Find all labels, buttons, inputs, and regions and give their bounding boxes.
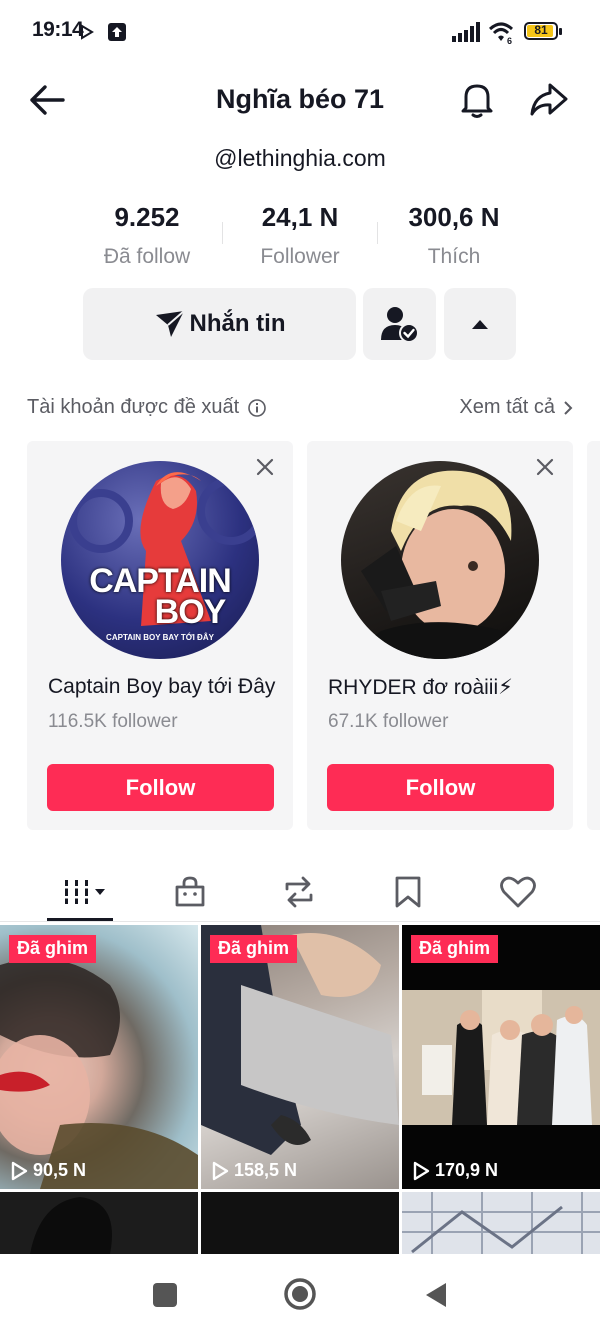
- bell-icon[interactable]: [458, 80, 496, 120]
- followers-label: Follower: [260, 245, 340, 268]
- battery-level: 81: [534, 23, 548, 37]
- recent-apps-icon[interactable]: [152, 1282, 178, 1308]
- video-artwork: [30, 1197, 112, 1254]
- following-label: Đã follow: [103, 245, 191, 268]
- follow-button[interactable]: Follow: [47, 764, 274, 811]
- avatar-text-boy: BOY: [154, 593, 227, 631]
- likes-label: Thích: [427, 245, 481, 268]
- pinned-badge: Đã ghim: [9, 935, 97, 963]
- tab-videos[interactable]: [55, 870, 115, 914]
- back-triangle-icon[interactable]: [423, 1281, 449, 1309]
- user-check-icon: [380, 307, 419, 343]
- followers-count: 24,1 N: [261, 202, 339, 232]
- play-notification-icon: [81, 24, 94, 40]
- send-icon: [155, 310, 185, 337]
- suggested-follower-count: 116.5K follower: [48, 711, 178, 732]
- play-icon: [11, 1161, 28, 1180]
- svg-text:6: 6: [507, 36, 512, 45]
- avatar[interactable]: CAPTAIN BOY CAPTAIN BOY BAY TỚI ĐÂY: [61, 461, 259, 659]
- upload-notification-icon: [108, 23, 126, 41]
- grid-filter-icon: [62, 880, 105, 904]
- status-time: 19:14: [32, 18, 84, 41]
- view-count-label: 90,5 N: [33, 1160, 87, 1180]
- view-count: 170,9 N: [412, 1160, 498, 1181]
- pinned-badge: Đã ghim: [411, 935, 499, 963]
- see-all-label: Xem tất cả: [459, 396, 555, 418]
- suggested-accounts-title: Tài khoản được đề xuất: [27, 396, 240, 418]
- avatar-caption: CAPTAIN BOY BAY TỚI ĐÂY: [106, 633, 214, 642]
- view-count: 158,5 N: [211, 1160, 297, 1181]
- shopping-bag-icon: [175, 876, 205, 907]
- suggested-follower-count: 67.1K follower: [328, 711, 449, 732]
- battery-tip: [559, 28, 562, 35]
- chevron-right-icon: [564, 400, 573, 415]
- play-icon: [212, 1161, 229, 1180]
- stat-following[interactable]: 9.252 Đã follow: [67, 202, 227, 269]
- likes-count: 300,6 N: [408, 202, 500, 232]
- suggested-name[interactable]: RHYDER đơ roàiii⚡: [328, 675, 560, 700]
- tab-shop[interactable]: [160, 870, 220, 914]
- repost-icon: [285, 876, 313, 908]
- home-icon[interactable]: [283, 1277, 317, 1311]
- following-count: 9.252: [114, 202, 180, 232]
- suggested-card-3-peek[interactable]: [587, 441, 600, 830]
- suggested-name[interactable]: Captain Boy bay tới Đây: [48, 675, 280, 699]
- friends-status-button[interactable]: [363, 288, 436, 360]
- tab-liked[interactable]: [488, 870, 548, 914]
- heart-icon: [500, 876, 536, 908]
- stat-likes[interactable]: 300,6 N Thích: [374, 202, 534, 269]
- avatar-photo: [341, 470, 539, 659]
- suggested-card-2[interactable]: RHYDER đơ roàiii⚡ 67.1K follower Follow: [307, 441, 573, 830]
- bookmark-icon: [395, 876, 421, 908]
- view-count-label: 170,9 N: [435, 1160, 499, 1180]
- tab-favorites[interactable]: [378, 870, 438, 914]
- view-count: 90,5 N: [10, 1160, 86, 1181]
- share-icon[interactable]: [528, 80, 570, 120]
- wifi-icon: 6: [488, 22, 514, 45]
- video-thumbnail-1[interactable]: Đã ghim 90,5 N: [0, 925, 198, 1189]
- signal-icon: [452, 22, 480, 42]
- video-thumbnail-2[interactable]: Đã ghim 158,5 N: [201, 925, 399, 1189]
- video-artwork: [201, 925, 399, 1155]
- video-thumbnail-5[interactable]: [201, 1192, 399, 1254]
- tabs-divider: [0, 921, 600, 922]
- video-thumbnail-6[interactable]: [402, 1192, 600, 1254]
- tab-reposts[interactable]: [269, 870, 329, 914]
- info-icon[interactable]: [247, 398, 267, 418]
- username-handle: @lethinghia.com: [214, 145, 386, 171]
- video-artwork: [0, 958, 198, 1189]
- stat-followers[interactable]: 24,1 N Follower: [220, 202, 380, 269]
- video-artwork: [402, 1192, 600, 1254]
- view-count-label: 158,5 N: [234, 1160, 298, 1180]
- follow-button[interactable]: Follow: [327, 764, 554, 811]
- avatar[interactable]: [341, 461, 539, 659]
- suggestions-toggle-button[interactable]: [444, 288, 516, 360]
- system-navigation-bar: [0, 1254, 600, 1333]
- battery-icon: 81: [524, 22, 558, 40]
- video-artwork: [402, 990, 600, 1125]
- pinned-badge: Đã ghim: [210, 935, 298, 963]
- message-button[interactable]: Nhắn tin: [83, 288, 356, 360]
- caret-up-icon: [472, 320, 488, 329]
- message-label: Nhắn tin: [189, 310, 286, 337]
- play-icon: [413, 1161, 430, 1180]
- profile-name-title: Nghĩa béo 71: [215, 84, 385, 114]
- suggested-card-1[interactable]: CAPTAIN BOY CAPTAIN BOY BAY TỚI ĐÂY Capt…: [27, 441, 293, 830]
- video-thumbnail-3[interactable]: Đã ghim 170,9 N: [402, 925, 600, 1189]
- see-all-link[interactable]: Xem tất cả: [459, 396, 573, 419]
- video-thumbnail-4[interactable]: [0, 1192, 198, 1254]
- suggested-accounts-header: Tài khoản được đề xuất: [27, 396, 267, 419]
